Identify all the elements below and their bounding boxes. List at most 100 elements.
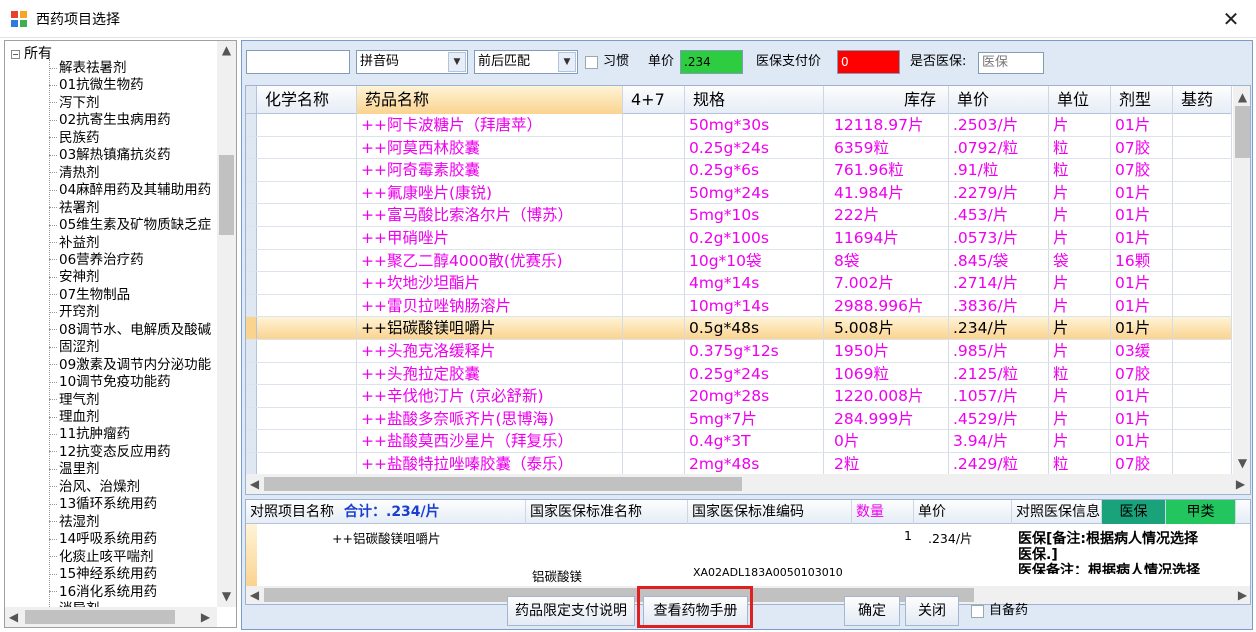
table-row[interactable]: ++阿莫西林胶囊 0.25g*24s 6359粒 .0792/粒粒 07胶 — [246, 136, 1232, 160]
row-header[interactable] — [246, 272, 257, 294]
tree-item[interactable]: 清热剂 — [49, 165, 100, 182]
search-input[interactable] — [246, 50, 350, 74]
ok-button[interactable]: 确定 — [844, 596, 900, 626]
tree-item[interactable]: 补益剂 — [49, 235, 100, 252]
tree-item[interactable]: 09激素及调节内分泌功能 — [49, 357, 211, 374]
limit-payment-button[interactable]: 药品限定支付说明 — [507, 596, 635, 626]
collapse-icon[interactable]: − — [11, 49, 20, 59]
table-row[interactable]: ++雷贝拉唑钠肠溶片 10mg*14s 2988.996片 .3836/片片 01片 — [246, 294, 1232, 318]
col-header-price[interactable]: 单价 — [949, 86, 1049, 114]
tree-hscroll-thumb[interactable] — [25, 610, 175, 624]
grid-horizontal-scrollbar[interactable]: ◀ ▶ — [246, 474, 1250, 494]
grid-rows[interactable]: ++阿卡波糖片（拜唐苹） 50mg*30s 12118.97片 .2503/片片 01片… — [246, 114, 1232, 476]
tree-horizontal-scrollbar[interactable]: ◀ ▶ — [5, 607, 217, 627]
tree-vertical-scrollbar[interactable]: ▲ ▼ — [217, 41, 236, 607]
grid-vertical-scrollbar[interactable]: ▲ ▼ — [1233, 86, 1250, 474]
table-row[interactable]: ++富马酸比索洛尔片（博苏） 5mg*10s 222片 .453/片片 01片 — [246, 204, 1232, 227]
col-header-form[interactable]: 剂型 — [1111, 86, 1173, 114]
category-tree[interactable]: − 所有 解表祛暑剂 01抗微生物药 泻下剂 02抗寄生虫病用药 民族药 03解热镇痛抗炎药… — [4, 40, 237, 628]
col-header-g47[interactable]: 4+7 — [623, 86, 685, 114]
table-row[interactable]: ++聚乙二醇4000散(优赛乐) 10g*10袋 8袋 .845/袋袋 16颗 — [246, 249, 1232, 273]
scroll-up-icon[interactable]: ▲ — [1234, 90, 1250, 104]
col-header-stock[interactable]: 库存 — [824, 86, 949, 114]
row-header[interactable] — [246, 453, 257, 475]
close-button[interactable]: 关闭 — [905, 596, 959, 626]
table-row[interactable]: ++盐酸多奈哌齐片(思博海) 5mg*7片 284.999片 .4529/片片 01片 — [246, 407, 1232, 431]
col-header-spec[interactable]: 规格 — [685, 86, 824, 114]
habit-checkbox[interactable] — [585, 56, 598, 69]
tree-item[interactable]: 解表祛暑剂 — [49, 60, 127, 77]
row-header[interactable] — [246, 159, 257, 181]
tree-item[interactable]: 03解热镇痛抗炎药 — [49, 147, 171, 164]
match-mode-select[interactable]: 前后匹配 ▼ — [474, 50, 578, 74]
scroll-left-icon[interactable]: ◀ — [246, 477, 263, 491]
tree-item[interactable]: 祛署剂 — [49, 200, 100, 217]
row-header[interactable] — [246, 249, 257, 272]
row-header[interactable] — [246, 227, 257, 249]
tree-item[interactable]: 开窍剂 — [49, 304, 100, 321]
tree-item[interactable]: 05维生素及矿物质缺乏症 — [49, 217, 211, 234]
row-header[interactable] — [246, 317, 257, 339]
scroll-right-icon[interactable]: ▶ — [1232, 477, 1249, 491]
table-row[interactable]: ++盐酸莫西沙星片（拜复乐） 0.4g*3T 0片 3.94/片片 01片 — [246, 430, 1232, 453]
drug-grid[interactable]: 化学名称 药品名称 4+7 规格 库存 单价 单位 剂型 基药 ++阿卡波糖片（拜唐苹） 50mg… — [245, 85, 1251, 495]
col-header-base[interactable]: 基药 — [1173, 86, 1232, 114]
search-mode-select[interactable]: 拼音码 ▼ — [356, 50, 468, 74]
tree-item[interactable]: 16消化系统用药 — [49, 584, 157, 601]
tree-item[interactable]: 温里剂 — [49, 461, 100, 478]
grid-hscroll-thumb[interactable] — [264, 477, 742, 491]
tree-item[interactable]: 治风、治燥剂 — [49, 479, 140, 496]
tree-item[interactable]: 08调节水、电解质及酸碱 — [49, 322, 211, 339]
tree-item[interactable]: 10调节免疫功能药 — [49, 374, 171, 391]
tree-item[interactable]: 04麻醉用药及其辅助用药 — [49, 182, 211, 199]
chevron-down-icon[interactable]: ▼ — [558, 52, 576, 72]
scroll-up-icon[interactable]: ▲ — [218, 43, 235, 57]
tree-root[interactable]: − 所有 — [11, 43, 52, 63]
close-icon[interactable]: ✕ — [1218, 6, 1244, 32]
tree-item[interactable]: 理气剂 — [49, 392, 100, 409]
table-row[interactable]: ++铝碳酸镁咀嚼片 0.5g*48s 5.008片 .234/片片 01片 — [246, 317, 1232, 340]
row-header[interactable] — [246, 204, 257, 226]
row-header[interactable] — [246, 136, 257, 159]
scroll-right-icon[interactable]: ▶ — [197, 610, 214, 624]
scroll-down-icon[interactable]: ▼ — [1234, 456, 1250, 470]
row-header[interactable] — [246, 114, 257, 136]
scroll-down-icon[interactable]: ▼ — [218, 589, 235, 603]
row-header[interactable] — [246, 181, 257, 204]
row-header[interactable] — [246, 294, 257, 317]
tree-scroll-thumb[interactable] — [219, 155, 234, 235]
tree-item[interactable]: 11抗肿瘤药 — [49, 426, 130, 443]
tree-item[interactable]: 祛湿剂 — [49, 514, 100, 531]
grid-scroll-thumb[interactable] — [1235, 106, 1250, 158]
row-header[interactable] — [246, 430, 257, 452]
table-row[interactable]: ++头孢拉定胶囊 0.25g*24s 1069粒 .2125/粒粒 07胶 — [246, 362, 1232, 386]
chevron-down-icon[interactable]: ▼ — [448, 52, 466, 72]
scroll-right-icon[interactable]: ▶ — [1234, 588, 1250, 602]
table-row[interactable]: ++甲硝唑片 0.2g*100s 11694片 .0573/片片 01片 — [246, 227, 1232, 250]
table-row[interactable]: ++阿卡波糖片（拜唐苹） 50mg*30s 12118.97片 .2503/片片 01片 — [246, 114, 1232, 137]
tree-item[interactable]: 化痰止咳平喘剂 — [49, 549, 154, 566]
col-header-chem[interactable]: 化学名称 — [257, 86, 357, 114]
tree-item[interactable]: 15神经系统用药 — [49, 566, 157, 583]
tree-item[interactable]: 固涩剂 — [49, 339, 100, 356]
tree-item[interactable]: 泻下剂 — [49, 95, 100, 112]
col-header-unit[interactable]: 单位 — [1049, 86, 1111, 114]
col-header-name[interactable]: 药品名称 — [357, 86, 623, 114]
row-header[interactable] — [246, 407, 257, 430]
self-provided-checkbox[interactable] — [971, 605, 984, 618]
tree-item[interactable]: 民族药 — [49, 130, 100, 147]
table-row[interactable]: ++阿奇霉素胶囊 0.25g*6s 761.96粒 .91/粒粒 07胶 — [246, 159, 1232, 182]
table-row[interactable]: ++盐酸特拉唑嗪胶囊（泰乐） 2mg*48s 2粒 .2429/粒粒 07胶 — [246, 453, 1232, 476]
table-row[interactable]: ++头孢克洛缓释片 0.375g*12s 1950片 .985/片片 03缓 — [246, 340, 1232, 363]
tree-item[interactable]: 02抗寄生虫病用药 — [49, 112, 171, 129]
tree-item[interactable]: 07生物制品 — [49, 287, 130, 304]
tree-item[interactable]: 01抗微生物药 — [49, 77, 144, 94]
tree-item[interactable]: 13循环系统用药 — [49, 496, 157, 513]
table-row[interactable]: ++氟康唑片(康锐) 50mg*24s 41.984片 .2279/片片 01片 — [246, 181, 1232, 205]
row-header[interactable] — [246, 340, 257, 362]
row-header[interactable] — [246, 362, 257, 385]
tree-item[interactable]: 12抗变态反应用药 — [49, 444, 171, 461]
scroll-left-icon[interactable]: ◀ — [246, 588, 263, 602]
table-row[interactable]: ++辛伐他汀片 (京必舒新) 20mg*28s 1220.008片 .1057/片片 0… — [246, 385, 1232, 408]
scroll-left-icon[interactable]: ◀ — [5, 610, 22, 624]
